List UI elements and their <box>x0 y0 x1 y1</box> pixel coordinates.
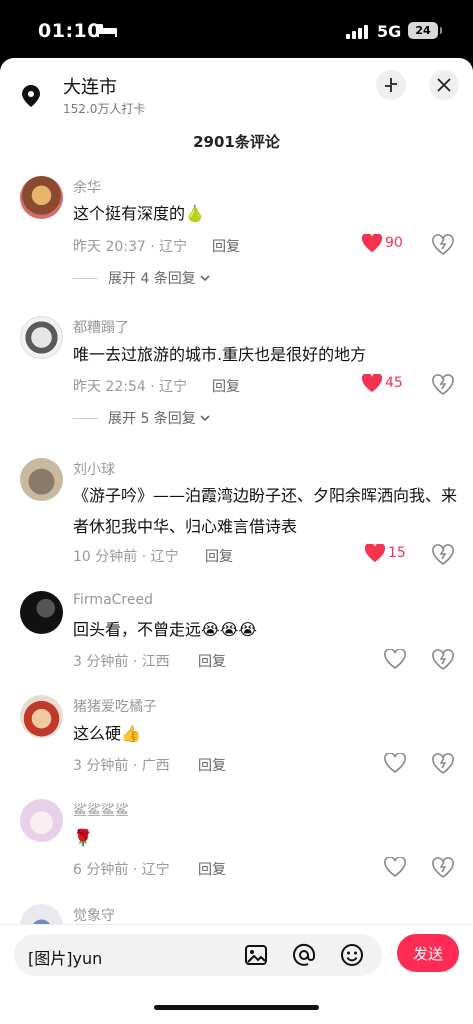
comment-text: 🌹 <box>73 828 93 847</box>
avatar[interactable] <box>20 316 63 359</box>
comment-meta: 3 分钟前 · 江西 <box>73 654 170 670</box>
dislike-icon[interactable] <box>432 234 454 256</box>
dislike-icon[interactable] <box>432 374 454 396</box>
expand-replies-label: 展开 4 条回复 <box>108 271 196 287</box>
like-count: 90 <box>385 235 403 251</box>
chevron-down-icon <box>200 415 210 422</box>
comment-text: 唯一去过旅游的城市.重庆也是很好的地方 <box>73 345 367 364</box>
reply-button[interactable]: 回复 <box>198 755 226 775</box>
like-button[interactable]: 90 <box>362 234 403 252</box>
like-count: 45 <box>385 375 403 391</box>
comment-count-title: 2901条评论 <box>193 133 280 151</box>
avatar[interactable] <box>20 458 63 501</box>
collapse-icon <box>385 78 397 92</box>
comment-text: 这么硬👍 <box>73 724 141 743</box>
sleep-mode-icon <box>97 24 117 37</box>
battery-icon: 24 <box>408 22 442 39</box>
location-name[interactable]: 大连市 <box>63 73 117 99</box>
avatar[interactable] <box>20 695 63 738</box>
cellular-signal-icon <box>346 24 368 39</box>
heart-outline-icon[interactable] <box>384 753 406 773</box>
comment-username[interactable]: 都糟蹋了 <box>73 317 129 337</box>
dislike-icon[interactable] <box>432 753 454 775</box>
comment-meta: 6 分钟前 · 辽宁 <box>73 862 170 878</box>
expand-replies-label: 展开 5 条回复 <box>108 411 196 427</box>
collapse-button[interactable] <box>376 70 406 100</box>
dislike-icon[interactable] <box>432 649 454 671</box>
comment-meta: 3 分钟前 · 广西 <box>73 758 170 774</box>
comment-meta: 10 分钟前 · 辽宁 <box>73 549 179 565</box>
status-time: 01:10 <box>38 20 101 42</box>
like-button[interactable]: 15 <box>365 544 406 562</box>
comments-sheet: 大连市 152.0万人打卡 2901条评论 余华 这个挺有深度的🍐 昨天 20:… <box>0 58 473 1024</box>
like-button[interactable]: 45 <box>362 374 403 392</box>
home-indicator <box>154 1005 319 1010</box>
heart-outline-icon[interactable] <box>384 857 406 877</box>
avatar[interactable] <box>20 591 63 634</box>
comment-meta: 昨天 20:37 · 辽宁 <box>73 239 188 255</box>
comment-username[interactable]: FirmaCreed <box>73 592 153 608</box>
expand-replies-button[interactable]: 展开 4 条回复 <box>73 268 211 288</box>
mention-icon[interactable] <box>292 943 316 967</box>
checkin-count: 152.0万人打卡 <box>63 102 146 116</box>
status-bar: 01:10 5G 24 <box>0 0 473 58</box>
heart-outline-icon[interactable] <box>384 649 406 669</box>
comment-input[interactable]: [图片]yun <box>14 934 382 976</box>
comment-username[interactable]: 余华 <box>73 177 101 197</box>
emoji-icon[interactable] <box>340 943 364 967</box>
comment-text: 《游子吟》——泊霞湾边盼子还、夕阳余晖洒向我、来者休犯我中华、归心难言借诗表 <box>73 486 458 536</box>
heart-filled-icon <box>365 544 385 562</box>
avatar[interactable] <box>20 176 63 219</box>
image-icon[interactable] <box>244 944 268 966</box>
comment-username[interactable]: 觉象守 <box>73 905 115 925</box>
send-button[interactable]: 发送 <box>397 934 459 972</box>
expand-replies-button[interactable]: 展开 5 条回复 <box>73 408 211 428</box>
comment-text: 这个挺有深度的🍐 <box>73 204 205 223</box>
heart-filled-icon <box>362 374 382 392</box>
comment-input-value: [图片]yun <box>28 949 103 968</box>
comment-username[interactable]: 猪猪爱吃橘子 <box>73 696 157 716</box>
network-type: 5G <box>377 22 402 41</box>
reply-button[interactable]: 回复 <box>212 236 240 256</box>
avatar[interactable] <box>20 799 63 842</box>
comment-meta: 昨天 22:54 · 辽宁 <box>73 379 188 395</box>
location-pin-icon <box>22 85 40 107</box>
reply-button[interactable]: 回复 <box>198 651 226 671</box>
comment-text: 回头看，不曾走远😭😭😭 <box>73 620 258 639</box>
reply-button[interactable]: 回复 <box>212 376 240 396</box>
reply-button[interactable]: 回复 <box>205 546 233 566</box>
heart-filled-icon <box>362 234 382 252</box>
chevron-down-icon <box>200 275 210 282</box>
close-button[interactable] <box>429 70 459 100</box>
dislike-icon[interactable] <box>432 857 454 879</box>
battery-level: 24 <box>415 24 431 37</box>
like-count: 15 <box>388 545 406 561</box>
close-icon <box>437 78 451 92</box>
comment-username[interactable]: 刘小球 <box>73 459 115 479</box>
reply-button[interactable]: 回复 <box>198 859 226 879</box>
comment-username[interactable]: 鲨鲨鲨鲨 <box>73 800 129 820</box>
dislike-icon[interactable] <box>432 544 454 566</box>
